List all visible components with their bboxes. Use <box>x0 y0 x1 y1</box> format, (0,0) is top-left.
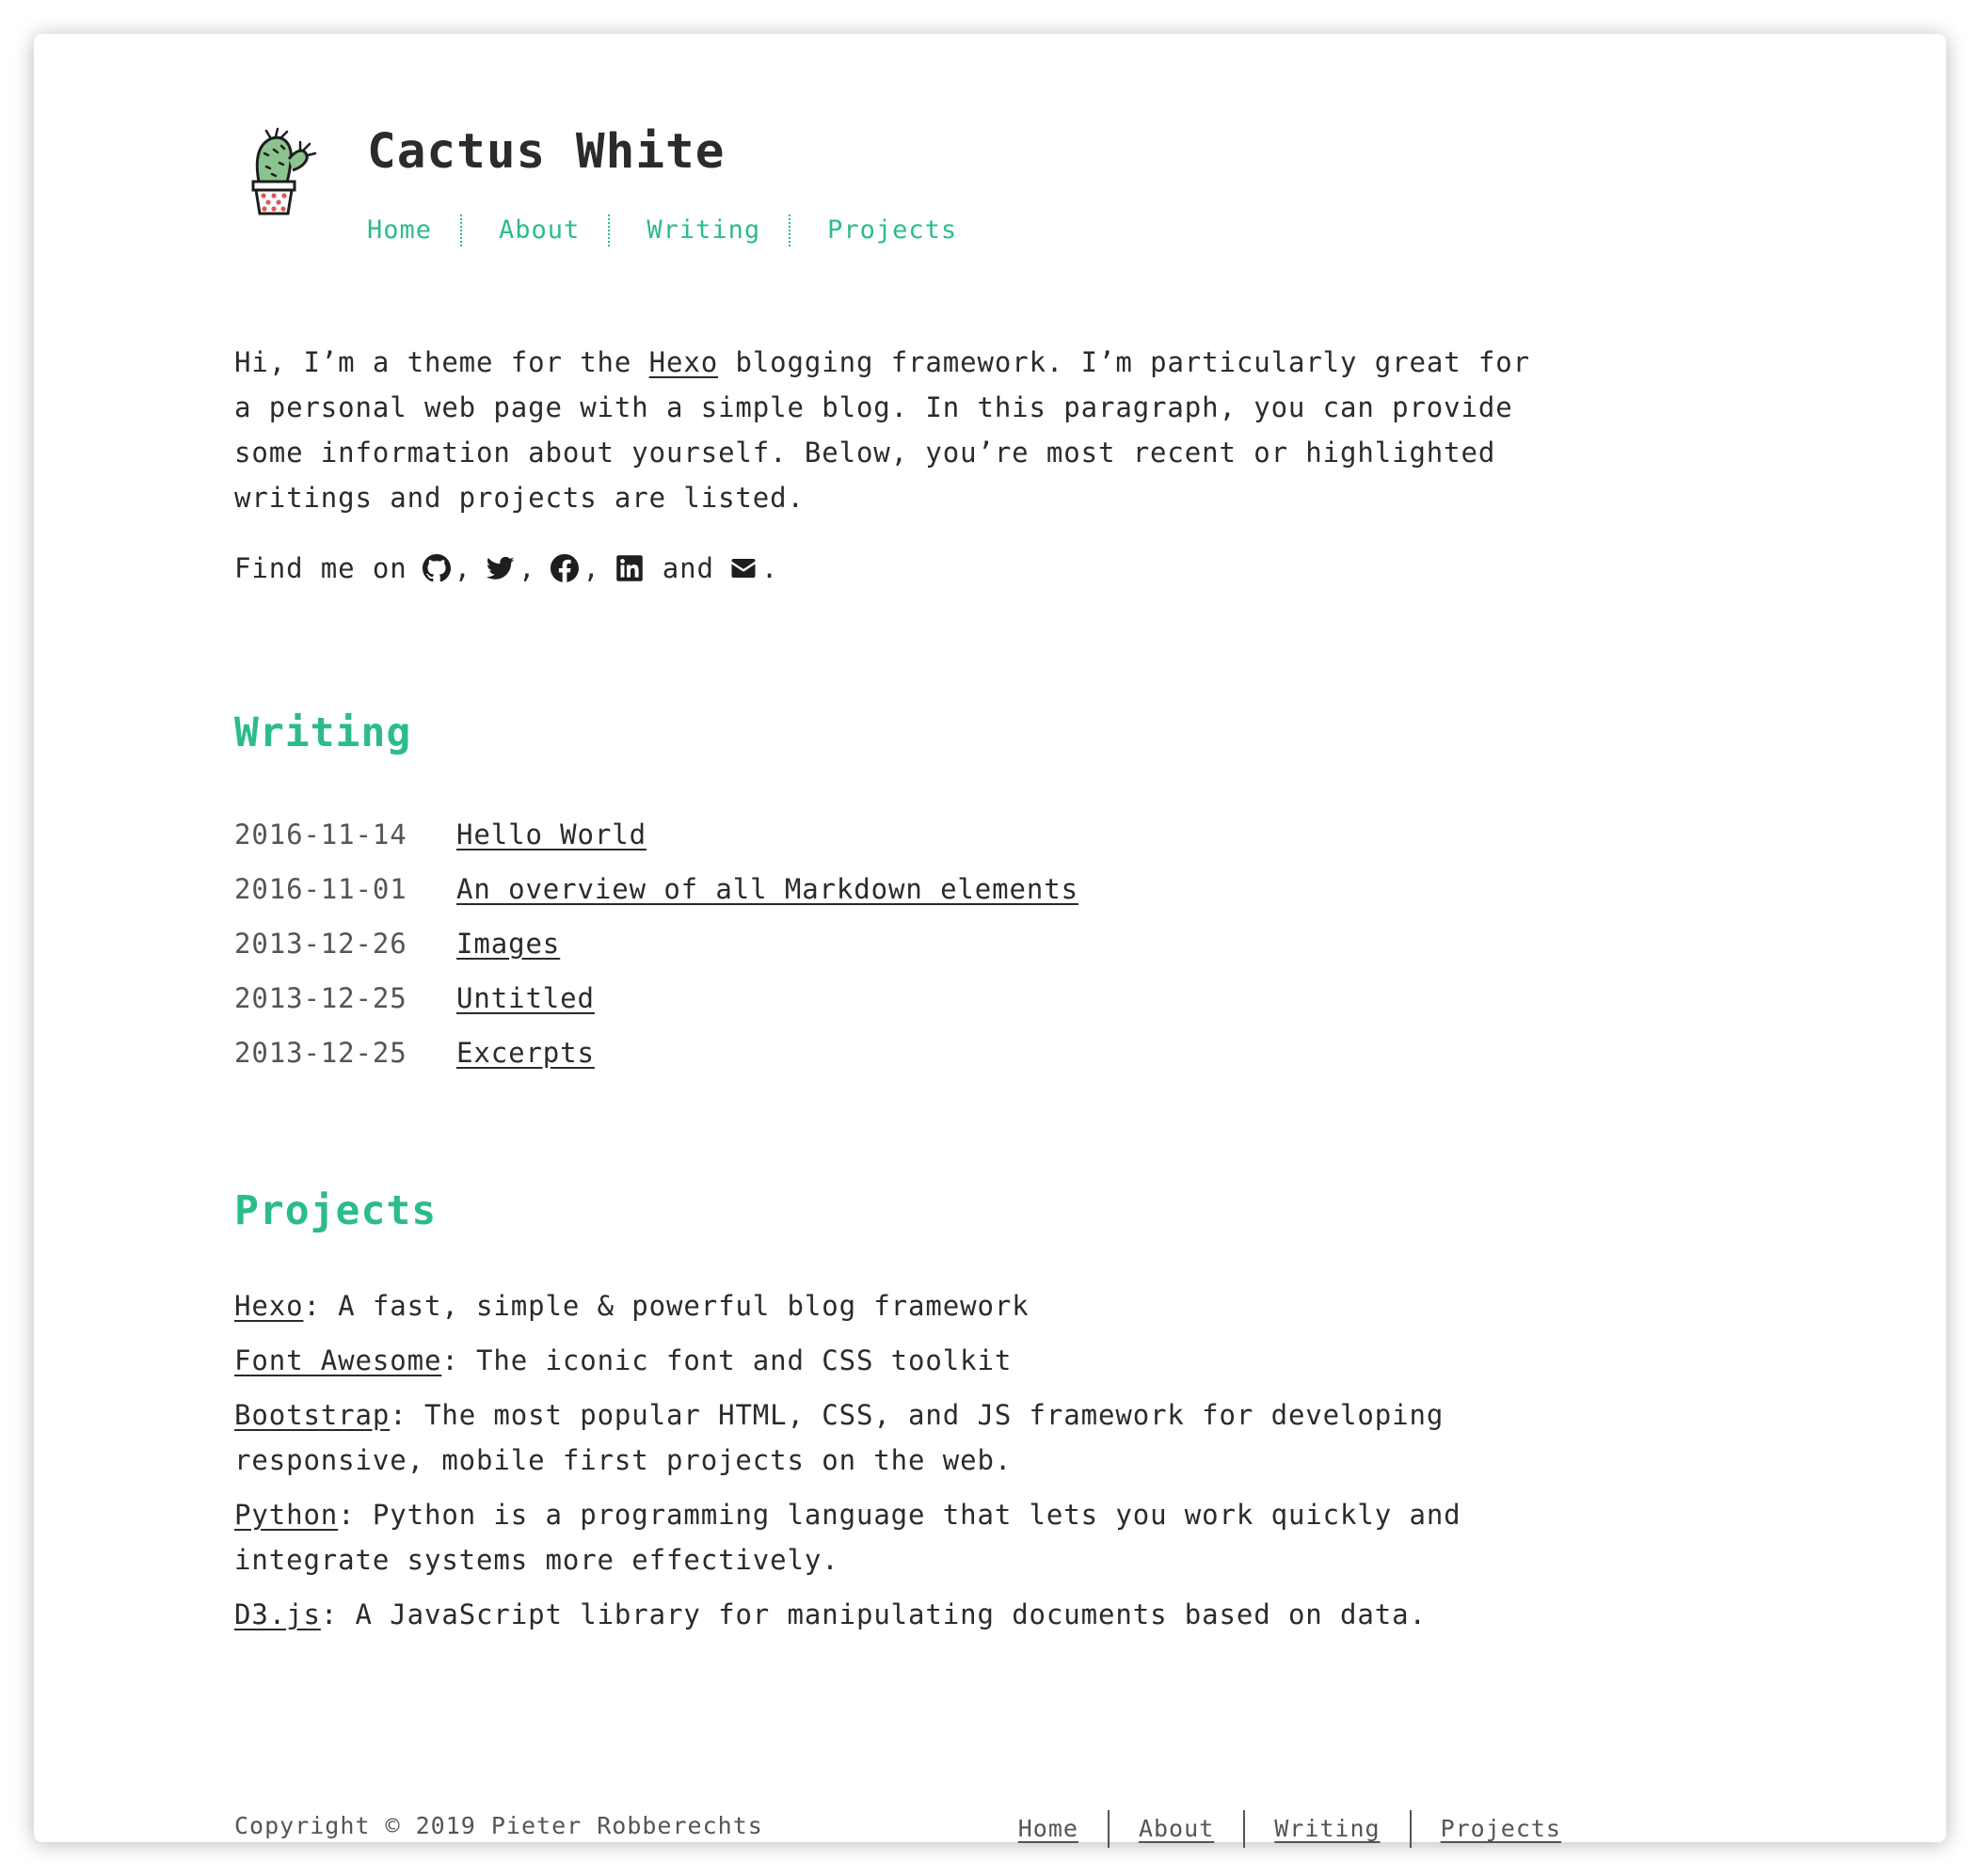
nav-home-link[interactable]: Home <box>367 215 432 246</box>
project-link[interactable]: Bootstrap <box>234 1399 390 1431</box>
nav-divider <box>608 215 611 246</box>
post-item: 2013-12-26 Images <box>234 916 1078 971</box>
intro-hexo-link[interactable]: Hexo <box>649 346 718 378</box>
project-item: D3.js: A JavaScript library for manipula… <box>234 1592 1561 1637</box>
nav-divider <box>789 215 791 246</box>
footer-nav-divider <box>1409 1810 1412 1848</box>
post-item: 2013-12-25 Excerpts <box>234 1025 1078 1080</box>
project-item: Bootstrap: The most popular HTML, CSS, a… <box>234 1392 1561 1483</box>
footer-writing-link[interactable]: Writing <box>1274 1810 1380 1848</box>
site-title: Cactus White <box>367 124 726 180</box>
post-link[interactable]: Hello World <box>456 819 647 851</box>
copyright-text: Copyright © 2019 Pieter Robberechts <box>234 1812 763 1839</box>
comma: , <box>454 552 471 584</box>
and-text: and <box>662 552 714 584</box>
intro-text-start: Hi, I’m a theme for the <box>234 346 649 378</box>
footer-nav-divider <box>1243 1810 1246 1848</box>
comma: , <box>518 552 536 584</box>
facebook-icon[interactable] <box>551 554 580 582</box>
github-icon[interactable] <box>422 554 451 582</box>
project-list: Hexo: A fast, simple & powerful blog fra… <box>234 1283 1561 1646</box>
post-date: 2013-12-26 <box>234 928 407 960</box>
project-link[interactable]: Python <box>234 1499 338 1531</box>
post-date: 2013-12-25 <box>234 1037 407 1069</box>
find-me-label: Find me on <box>234 552 407 584</box>
main-nav: Home About Writing Projects <box>367 215 957 246</box>
post-link[interactable]: An overview of all Markdown elements <box>456 873 1078 905</box>
footer-nav-divider <box>1107 1810 1110 1848</box>
comma: , <box>583 552 600 584</box>
project-description: : A fast, simple & powerful blog framewo… <box>303 1290 1030 1322</box>
post-link[interactable]: Untitled <box>456 982 595 1014</box>
project-link[interactable]: Hexo <box>234 1290 303 1322</box>
footer-projects-link[interactable]: Projects <box>1441 1810 1561 1848</box>
project-link[interactable]: D3.js <box>234 1598 321 1630</box>
project-description: : The iconic font and CSS toolkit <box>441 1344 1013 1376</box>
twitter-icon[interactable] <box>486 554 515 582</box>
linkedin-icon[interactable] <box>615 554 644 582</box>
nav-about-link[interactable]: About <box>499 215 580 246</box>
cactus-logo-icon[interactable] <box>238 123 319 217</box>
project-description: : The most popular HTML, CSS, and JS fra… <box>234 1399 1445 1476</box>
projects-heading: Projects <box>234 1187 438 1234</box>
post-list: 2016-11-14 Hello World 2016-11-01 An ove… <box>234 807 1078 1080</box>
post-link[interactable]: Excerpts <box>456 1037 595 1069</box>
social-links: Find me on , , , and . <box>234 548 778 589</box>
nav-writing-link[interactable]: Writing <box>647 215 760 246</box>
project-item: Hexo: A fast, simple & powerful blog fra… <box>234 1283 1561 1328</box>
intro-paragraph: Hi, I’m a theme for the Hexo blogging fr… <box>234 340 1561 520</box>
nav-divider <box>460 215 463 246</box>
envelope-icon[interactable] <box>729 554 758 582</box>
intro-section: Hi, I’m a theme for the Hexo blogging fr… <box>234 340 1561 520</box>
footer-nav: Home About Writing Projects <box>1018 1810 1561 1848</box>
footer-about-link[interactable]: About <box>1139 1810 1214 1848</box>
project-description: : Python is a programming language that … <box>234 1499 1461 1576</box>
post-link[interactable]: Images <box>456 928 560 960</box>
period: . <box>760 552 779 584</box>
project-link[interactable]: Font Awesome <box>234 1344 441 1376</box>
nav-projects-link[interactable]: Projects <box>827 215 957 246</box>
post-item: 2013-12-25 Untitled <box>234 971 1078 1025</box>
post-item: 2016-11-14 Hello World <box>234 807 1078 862</box>
post-date: 2013-12-25 <box>234 982 407 1014</box>
writing-heading: Writing <box>234 709 412 756</box>
post-date: 2016-11-01 <box>234 873 407 905</box>
post-item: 2016-11-01 An overview of all Markdown e… <box>234 862 1078 916</box>
project-item: Font Awesome: The iconic font and CSS to… <box>234 1338 1561 1383</box>
project-item: Python: Python is a programming language… <box>234 1492 1561 1582</box>
project-description: : A JavaScript library for manipulating … <box>320 1598 1427 1630</box>
footer-home-link[interactable]: Home <box>1018 1810 1078 1848</box>
page-frame: Cactus White Home About Writing Projects… <box>34 34 1946 1848</box>
post-date: 2016-11-14 <box>234 819 407 851</box>
